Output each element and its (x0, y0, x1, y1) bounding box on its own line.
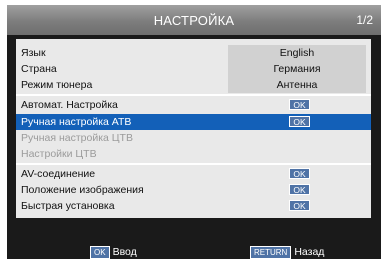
tv-screen: НАСТРОЙКА 1/2 Язык English Страна Герман… (7, 5, 381, 259)
enter-hint[interactable]: OK Ввод (90, 246, 137, 259)
settings-panel: Язык English Страна Германия Режим тюнер… (16, 39, 371, 218)
return-key-icon: RETURN (250, 246, 292, 259)
setting-value: Германия (228, 61, 366, 77)
setting-manual-dtv: Ручная настройка ЦТВ (16, 130, 371, 146)
setting-label: AV-соединение (21, 168, 96, 180)
ok-button[interactable]: OK (289, 184, 310, 195)
setting-value: Антенна (228, 77, 366, 93)
setting-country[interactable]: Страна Германия (16, 61, 371, 77)
setting-label: Страна (21, 63, 57, 75)
setting-av-connection[interactable]: AV-соединение OK (16, 166, 371, 182)
setting-auto-tuning[interactable]: Автомат. Настройка OK (16, 97, 371, 113)
setting-dtv-settings: Настройки ЦТВ (16, 146, 371, 162)
ok-key-icon: OK (90, 246, 110, 259)
menu-header: НАСТРОЙКА 1/2 (7, 5, 381, 35)
footer-hints: OK Ввод RETURN Назад (7, 244, 381, 259)
setting-value: English (228, 45, 366, 61)
setting-label: Автомат. Настройка (21, 99, 118, 111)
setting-quick-setup[interactable]: Быстрая установка OK (16, 198, 371, 214)
setting-manual-atv[interactable]: Ручная настройка АТВ OK (16, 114, 371, 130)
setting-label: Ручная настройка ЦТВ (21, 132, 133, 144)
setting-label: Положение изображения (21, 184, 144, 196)
setting-language[interactable]: Язык English (16, 45, 371, 61)
setting-label: Язык (21, 47, 46, 59)
setting-picture-position[interactable]: Положение изображения OK (16, 182, 371, 198)
page-indicator: 1/2 (356, 13, 373, 27)
divider (16, 163, 371, 165)
setting-label: Настройки ЦТВ (21, 148, 97, 160)
setting-label: Режим тюнера (21, 79, 93, 91)
ok-button[interactable]: OK (289, 168, 310, 179)
setting-label: Быстрая установка (21, 200, 115, 212)
ok-button[interactable]: OK (289, 116, 310, 127)
setting-label: Ручная настройка АТВ (21, 116, 132, 128)
menu-title: НАСТРОЙКА (153, 13, 235, 28)
setting-tuner-mode[interactable]: Режим тюнера Антенна (16, 77, 371, 93)
enter-label: Ввод (112, 246, 137, 258)
ok-button[interactable]: OK (289, 99, 310, 110)
divider (16, 94, 371, 96)
ok-button[interactable]: OK (289, 200, 310, 211)
back-label: Назад (294, 246, 325, 258)
back-hint[interactable]: RETURN Назад (250, 246, 324, 259)
